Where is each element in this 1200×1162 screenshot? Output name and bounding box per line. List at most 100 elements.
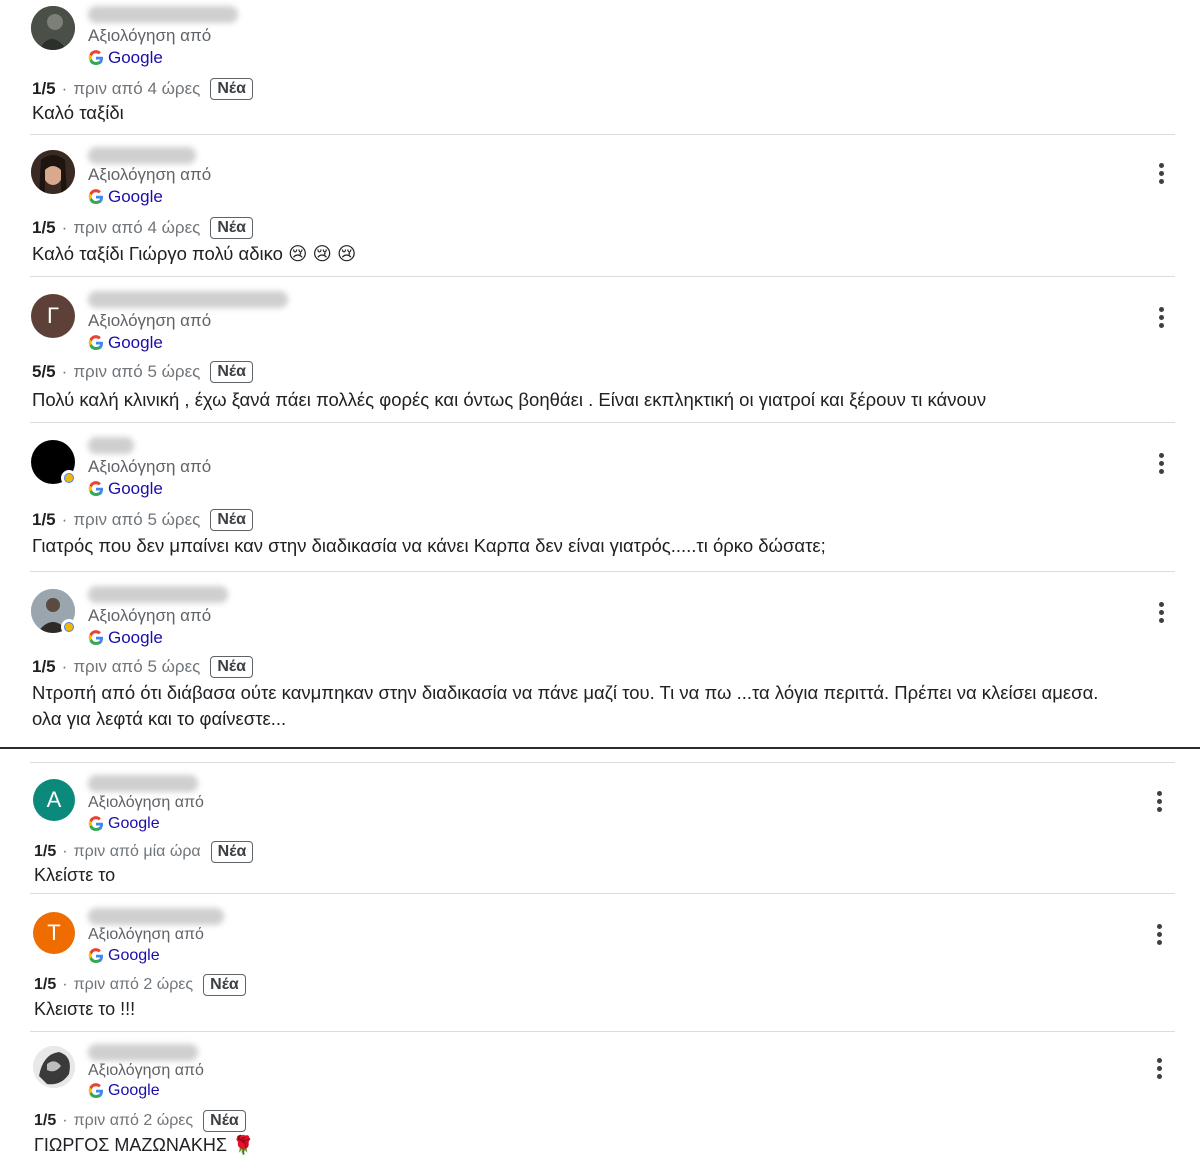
review-meta: 1/5 · πριν από 5 ώρες Νέα	[32, 656, 253, 678]
google-source: Google	[88, 187, 163, 207]
avatar-letter: A	[46, 787, 62, 812]
reviewer-avatar[interactable]	[31, 6, 75, 50]
review-time: πριν από 2 ώρες	[73, 976, 194, 993]
google-icon	[88, 189, 103, 205]
new-badge: Νέα	[203, 1110, 246, 1132]
google-icon	[88, 630, 103, 646]
review-time: πριν από 4 ώρες	[73, 218, 201, 237]
review-source-label: Αξιολόγηση από	[88, 1062, 204, 1079]
review-score: 1/5	[34, 843, 57, 860]
review-text: Πολύ καλή κλινική , έχω ξανά πάει πολλές…	[32, 389, 987, 410]
reviewer-avatar[interactable]	[33, 1046, 75, 1088]
google-source: Google	[88, 48, 163, 68]
google-label: Google	[108, 479, 163, 498]
reviewer-avatar[interactable]	[31, 440, 77, 486]
reviewer-avatar[interactable]	[31, 150, 75, 194]
review-score: 1/5	[32, 657, 56, 676]
review-card: A Αξιολόγηση από Google 1/5 · πριν από μί…	[0, 763, 1200, 894]
reviewer-name[interactable]	[88, 908, 224, 925]
avatar-letter: Γ	[46, 303, 60, 328]
more-options-icon[interactable]	[1158, 602, 1166, 626]
google-source: Google	[88, 1082, 160, 1100]
separator-dot: ·	[61, 657, 68, 676]
more-options-icon[interactable]	[1158, 307, 1166, 331]
reviewer-name[interactable]	[88, 586, 228, 603]
more-options-icon[interactable]	[1156, 924, 1164, 948]
reviewer-name[interactable]	[88, 291, 288, 308]
reviewer-name[interactable]	[88, 1044, 198, 1061]
separator-dot: ·	[62, 976, 68, 993]
local-guide-icon	[61, 619, 77, 635]
new-badge: Νέα	[210, 78, 253, 100]
new-badge: Νέα	[210, 217, 253, 239]
google-source: Google	[88, 947, 160, 965]
separator-dot: ·	[61, 510, 68, 529]
review-score: 1/5	[34, 1112, 57, 1129]
review-text: Κλειστε το !!!	[34, 999, 136, 1019]
reviewer-avatar[interactable]	[31, 589, 77, 635]
review-meta: 1/5 · πριν από 5 ώρες Νέα	[32, 509, 253, 531]
review-text: Καλό ταξίδι	[32, 102, 124, 123]
review-source-label: Αξιολόγηση από	[88, 606, 212, 625]
reviewer-name[interactable]	[88, 6, 238, 23]
reviewer-avatar[interactable]: T	[33, 912, 75, 954]
review-source-label: Αξιολόγηση από	[88, 26, 212, 45]
review-score: 1/5	[32, 79, 56, 98]
review-text: Κλείστε το	[34, 865, 116, 885]
review-score: 1/5	[32, 510, 56, 529]
review-meta: 1/5 · πριν από 2 ώρες Νέα	[34, 974, 246, 996]
screenshot-divider	[0, 747, 1200, 749]
google-source: Google	[88, 479, 163, 499]
review-time: πριν από μία ώρα	[73, 843, 201, 860]
review-meta: 1/5 · πριν από 2 ώρες Νέα	[34, 1110, 246, 1132]
review-text: ΓΙΩΡΓΟΣ ΜΑΖΩΝΑΚΗΣ 🌹	[34, 1135, 255, 1155]
review-time: πριν από 5 ώρες	[73, 510, 201, 529]
review-source-label: Αξιολόγηση από	[88, 794, 204, 811]
google-label: Google	[108, 48, 163, 67]
review-score: 1/5	[32, 218, 56, 237]
review-card: Αξιολόγηση από Google 1/5 · πριν από 4 ώρ…	[0, 0, 1200, 135]
separator-dot: ·	[61, 79, 68, 98]
google-icon	[88, 948, 103, 964]
google-source: Google	[88, 815, 160, 833]
google-label: Google	[108, 947, 160, 964]
review-text: Καλό ταξίδι Γιώργο πολύ αδικο 😢 😢 😢	[32, 243, 357, 264]
new-badge: Νέα	[203, 974, 246, 996]
more-options-icon[interactable]	[1158, 163, 1166, 187]
review-source-label: Αξιολόγηση από	[88, 457, 212, 476]
review-source-label: Αξιολόγηση από	[88, 165, 212, 184]
review-score: 5/5	[32, 362, 56, 381]
new-badge: Νέα	[210, 509, 253, 531]
google-source: Google	[88, 333, 163, 353]
review-card: Αξιολόγηση από Google 1/5 · πριν από 4 ώρ…	[0, 135, 1200, 277]
google-label: Google	[108, 333, 163, 352]
google-icon	[88, 481, 103, 497]
review-card: T Αξιολόγηση από Google 1/5 · πριν από 2 …	[0, 894, 1200, 1032]
avatar-letter: T	[47, 920, 61, 945]
new-badge: Νέα	[210, 841, 254, 863]
more-options-icon[interactable]	[1158, 453, 1166, 477]
review-source-label: Αξιολόγηση από	[88, 926, 204, 943]
review-text: Ντροπή από ότι διάβασα ούτε κανμπηκαν στ…	[32, 682, 1099, 703]
google-label: Google	[108, 815, 160, 832]
reviewer-avatar[interactable]: A	[33, 779, 75, 821]
new-badge: Νέα	[210, 361, 253, 383]
separator-dot: ·	[61, 218, 68, 237]
google-label: Google	[108, 1082, 160, 1099]
review-meta: 5/5 · πριν από 5 ώρες Νέα	[32, 361, 253, 383]
more-options-icon[interactable]	[1156, 1058, 1164, 1082]
reviewer-avatar[interactable]: Γ	[31, 294, 75, 338]
review-card: Αξιολόγηση από Google 1/5 · πριν από 5 ώρ…	[0, 572, 1200, 748]
reviewer-name[interactable]	[88, 775, 198, 792]
review-card: Γ Αξιολόγηση από Google 5/5 · πριν από 5 …	[0, 277, 1200, 423]
reviewer-name[interactable]	[88, 147, 196, 164]
review-score: 1/5	[34, 976, 57, 993]
review-source-label: Αξιολόγηση από	[88, 311, 212, 330]
more-options-icon[interactable]	[1156, 791, 1164, 815]
separator-dot: ·	[61, 362, 68, 381]
new-badge: Νέα	[210, 656, 253, 678]
local-guide-icon	[61, 470, 77, 486]
reviewer-name[interactable]	[88, 437, 134, 454]
review-time: πριν από 4 ώρες	[73, 79, 201, 98]
review-text-continued: ολα για λεφτά και το φαίνεστε...	[32, 708, 287, 729]
